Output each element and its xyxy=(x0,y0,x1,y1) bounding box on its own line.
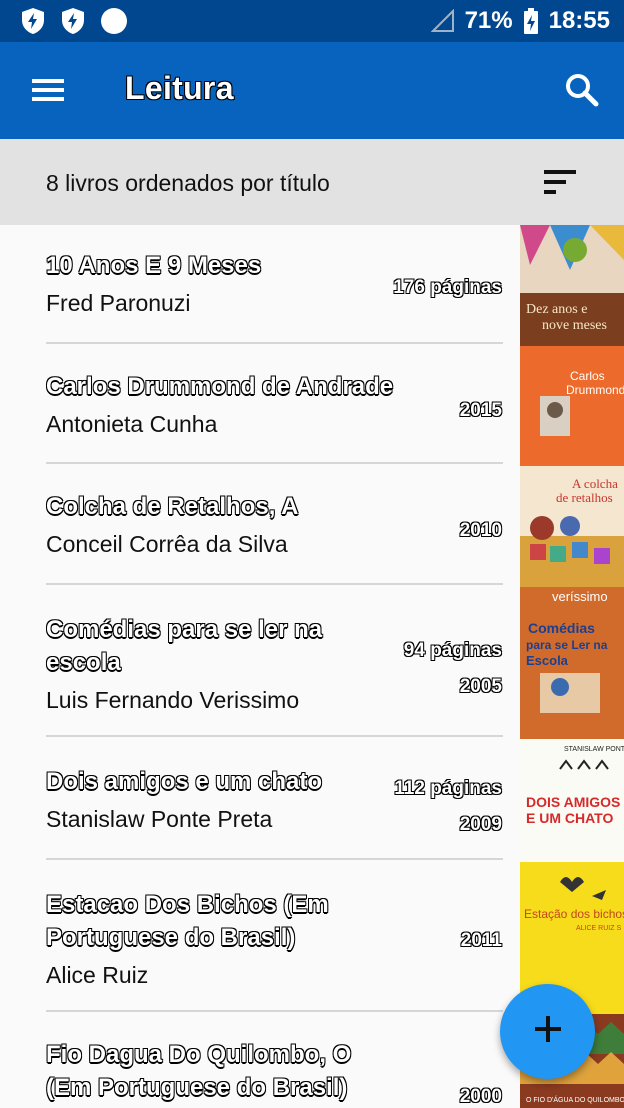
list-item[interactable]: Carlos Drummond de Andrade Antonieta Cun… xyxy=(0,346,624,466)
book-year: 2000 xyxy=(459,1086,502,1107)
cover-author: STANISLAW PONTE PRETA xyxy=(564,746,624,753)
list-summary-bar: 8 livros ordenados por título xyxy=(0,139,624,225)
cover-subtitle: Drummond xyxy=(566,383,624,397)
book-author: Alice Ruiz xyxy=(46,962,149,988)
signal-icon xyxy=(430,9,455,33)
book-pages: 176 páginas xyxy=(393,277,502,298)
cover-title: DOIS AMIGOS xyxy=(526,794,620,810)
book-list: 10 Anos E 9 Meses Fred Paronuzi 176 pági… xyxy=(0,225,624,1108)
cover-title: O FIO D'ÁGUA DO QUILOMBO xyxy=(526,1095,624,1104)
book-title: Comédias para se ler na escola xyxy=(46,616,323,676)
book-author: Conceil Corrêa da Silva xyxy=(46,531,288,557)
status-bar: 71% 18:55 xyxy=(0,0,624,42)
add-icon xyxy=(533,1014,563,1049)
book-year: 2015 xyxy=(459,400,502,421)
book-author: Luis Fernando Verissimo xyxy=(46,687,300,713)
cover-author: veríssimo xyxy=(552,589,608,604)
list-item[interactable]: Colcha de Retalhos, A Conceil Corrêa da … xyxy=(0,466,624,587)
cover-subtitle: para se Ler na xyxy=(526,638,608,652)
book-year: 2010 xyxy=(459,520,502,541)
shield-bolt-icon xyxy=(20,7,46,35)
search-icon xyxy=(562,74,602,114)
book-title: 10 Anos E 9 Meses xyxy=(46,252,262,279)
search-button[interactable] xyxy=(562,70,602,110)
divider xyxy=(46,735,503,737)
menu-icon xyxy=(30,79,66,112)
cover-title: Carlos xyxy=(570,369,605,383)
book-year: 2009 xyxy=(459,814,502,835)
cover-title: A colcha xyxy=(572,476,618,491)
app-bar: Leitura xyxy=(0,42,624,139)
cover-subtitle-2: Escola xyxy=(526,653,569,668)
divider xyxy=(46,462,503,464)
book-pages: 94 páginas xyxy=(403,640,502,661)
book-title: Colcha de Retalhos, A xyxy=(46,493,299,520)
book-cover: A colcha de retalhos xyxy=(520,466,624,587)
circle-icon xyxy=(100,7,128,35)
list-item[interactable]: 10 Anos E 9 Meses Fred Paronuzi 176 pági… xyxy=(0,225,624,346)
book-author: Antonieta Cunha xyxy=(46,411,218,437)
clock: 18:55 xyxy=(548,7,610,34)
battery-percent: 71% xyxy=(464,7,513,34)
book-meta: 94 páginas 2005 xyxy=(404,633,502,705)
shield-bolt-icon xyxy=(60,7,86,35)
book-cover: Carlos Drummond xyxy=(520,346,624,466)
battery-charging-icon xyxy=(523,8,539,34)
cover-author: ALICE RUIZ S xyxy=(576,925,621,932)
book-title: Dois amigos e um chato xyxy=(46,768,323,795)
list-item[interactable]: Dois amigos e um chato Stanislaw Ponte P… xyxy=(0,739,624,862)
cover-subtitle: de retalhos xyxy=(556,490,613,505)
list-item[interactable]: Comédias para se ler na escola Luis Fern… xyxy=(0,587,624,739)
cover-subtitle: nove meses xyxy=(542,318,607,333)
book-pages: 112 páginas xyxy=(394,778,502,799)
book-cover: Dez anos e nove meses xyxy=(520,225,624,346)
book-title: Estacao Dos Bichos (Em Portuguese do Bra… xyxy=(46,891,329,951)
cover-title: Dez anos e xyxy=(526,302,587,317)
menu-button[interactable] xyxy=(30,72,66,108)
book-year: 2005 xyxy=(459,676,502,697)
book-author: Stanislaw Ponte Preta xyxy=(46,806,273,832)
book-cover: STANISLAW PONTE PRETA DOIS AMIGOS E UM C… xyxy=(520,739,624,862)
sort-icon xyxy=(542,170,578,201)
divider xyxy=(46,583,503,585)
book-year: 2011 xyxy=(460,930,502,951)
book-author: Fred Paronuzi xyxy=(46,290,191,316)
cover-title: Comédias xyxy=(528,620,595,636)
book-title: Carlos Drummond de Andrade xyxy=(46,373,394,400)
list-summary: 8 livros ordenados por título xyxy=(46,170,330,196)
page-title: Leitura xyxy=(125,70,234,106)
book-title: Fio Dagua Do Quilombo, O (Em Portuguese … xyxy=(46,1041,352,1101)
divider xyxy=(46,342,503,344)
cover-title: Estação dos bichos xyxy=(524,907,624,921)
divider xyxy=(46,1010,503,1012)
book-cover: veríssimo Comédias para se Ler na Escola xyxy=(520,587,624,739)
divider xyxy=(46,858,503,860)
book-meta: 112 páginas 2009 xyxy=(394,771,502,843)
sort-button[interactable] xyxy=(542,167,578,197)
cover-subtitle: E UM CHATO xyxy=(526,810,613,826)
add-book-button[interactable] xyxy=(500,984,595,1079)
